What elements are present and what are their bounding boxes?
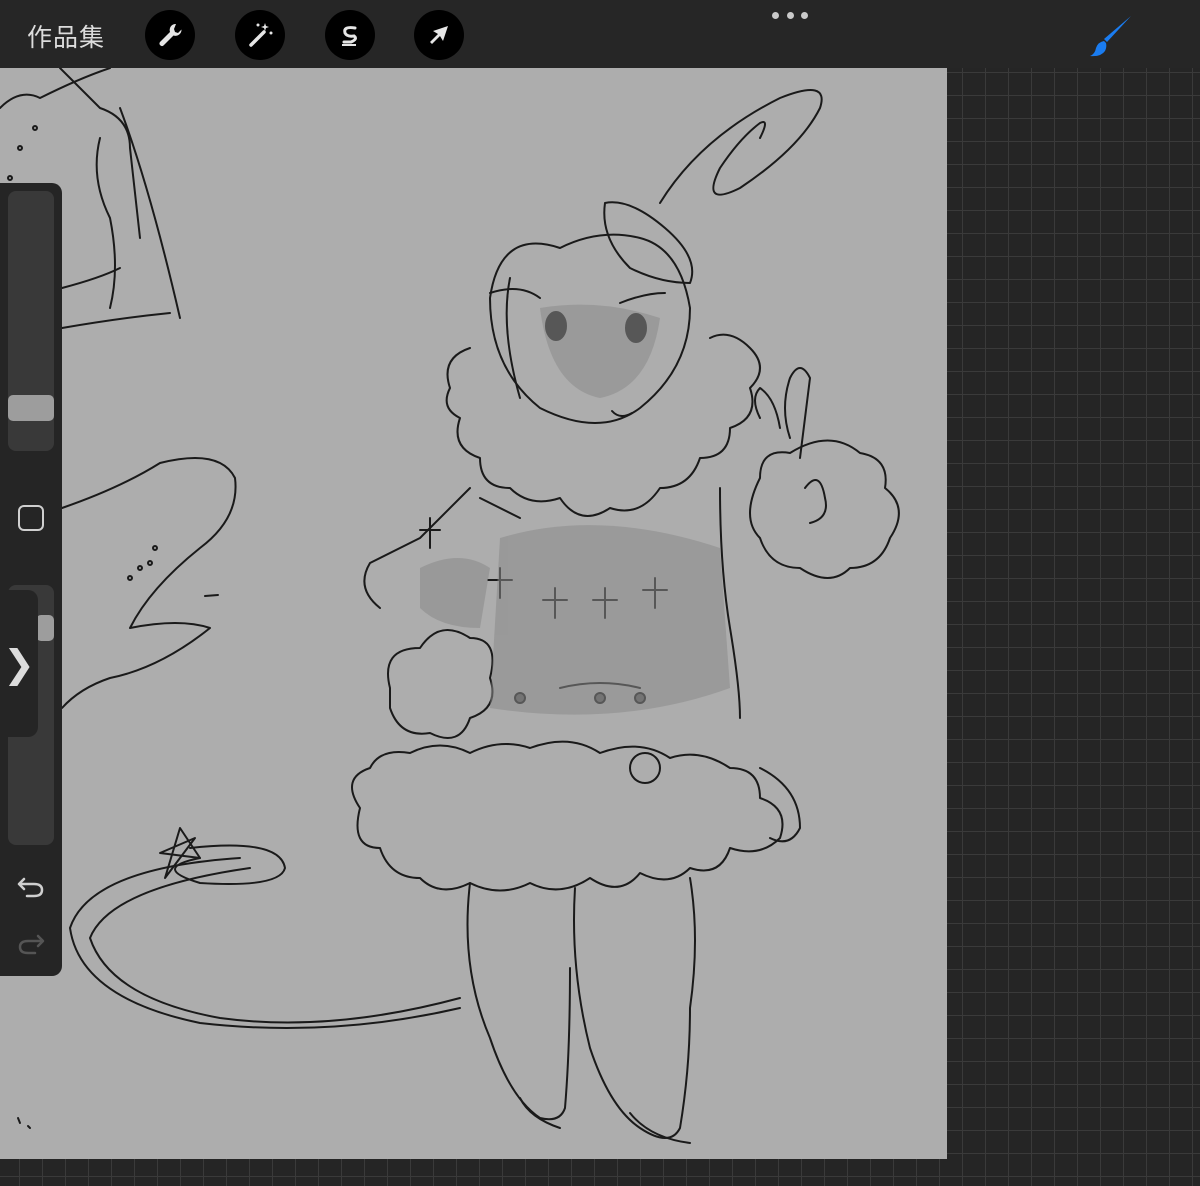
selection-s-icon [342, 26, 357, 46]
brush-size-slider[interactable] [8, 191, 54, 451]
gallery-button[interactable]: 作品集 [27, 18, 105, 54]
opacity-thumb[interactable] [36, 615, 54, 641]
brush-size-thumb[interactable] [8, 395, 54, 421]
top-toolbar: 作品集 [0, 0, 1200, 68]
selection-button[interactable] [325, 10, 375, 60]
chevron-right-icon: ❯ [3, 641, 35, 686]
wrench-icon [159, 23, 182, 46]
left-sidebar [0, 183, 62, 976]
transform-button[interactable] [414, 10, 464, 60]
adjustments-button[interactable] [235, 10, 285, 60]
undo-icon [17, 877, 44, 898]
sketch-artwork [0, 68, 900, 1144]
actions-button[interactable] [145, 10, 195, 60]
drawing-canvas[interactable] [0, 68, 947, 1159]
redo-button[interactable] [15, 928, 47, 960]
redo-icon [18, 934, 45, 955]
square-modify-icon[interactable] [18, 505, 44, 531]
sidebar-toggle-handle[interactable]: ❯ [0, 590, 38, 737]
arrow-cursor-icon [430, 26, 448, 44]
more-dots-icon[interactable] [772, 8, 808, 22]
brush-icon [1090, 16, 1131, 57]
magic-wand-icon [249, 23, 273, 47]
brush-tool-button[interactable] [1087, 12, 1135, 60]
undo-button[interactable] [15, 871, 47, 903]
